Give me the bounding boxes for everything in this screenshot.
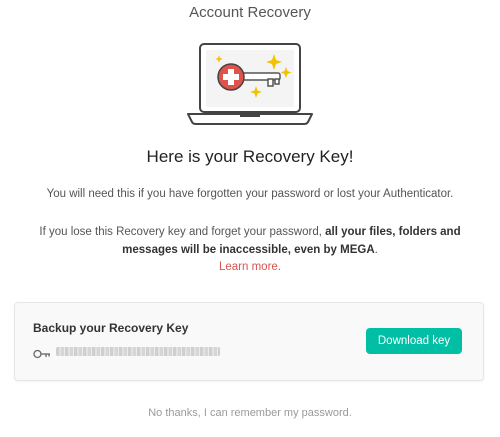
learn-more-container: Learn more. <box>0 261 500 273</box>
backup-key-card: Backup your Recovery Key •••••••••••••••… <box>14 302 484 381</box>
recovery-key-value[interactable]: •••••••••••••••••••••••••••• <box>56 347 220 356</box>
dismiss-link[interactable]: No thanks, I can remember my password. <box>148 407 352 419</box>
laptop-recovery-key-illustration <box>186 42 314 130</box>
dismiss-container: No thanks, I can remember my password. <box>0 407 500 419</box>
backup-key-title: Backup your Recovery Key <box>33 321 189 335</box>
recovery-info-text: You will need this if you have forgotten… <box>46 188 454 200</box>
laptop-illustration <box>187 43 313 125</box>
warning-text-prefix: If you lose this Recovery key and forget… <box>39 226 326 238</box>
page-heading: Here is your Recovery Key! <box>146 147 354 166</box>
warning-text-suffix: . <box>374 244 378 256</box>
key-icon <box>33 346 51 359</box>
download-key-button[interactable]: Download key <box>366 328 462 354</box>
warning-text: If you lose this Recovery key and forget… <box>20 223 480 259</box>
dialog-title: Account Recovery <box>189 4 311 21</box>
learn-more-link[interactable]: Learn more. <box>219 261 281 273</box>
